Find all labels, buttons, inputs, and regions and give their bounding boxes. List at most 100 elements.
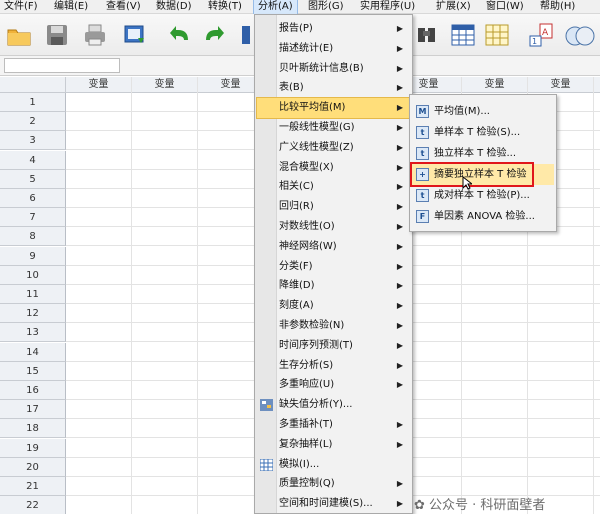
column-header[interactable]: 变量 [462,77,528,93]
row-header[interactable]: 5 [0,169,66,189]
procedure-icon: t [416,189,429,202]
use-variable-sets-icon[interactable] [564,22,595,48]
row-header[interactable]: 18 [0,419,66,439]
menubar-item-5[interactable]: 分析(A) [253,0,298,15]
menu-item-label: 时间序列预测(T) [279,339,353,351]
row-header[interactable]: 21 [0,477,66,496]
analyze-menu-item[interactable]: 表(B) ▶ [257,78,409,98]
analyze-menu-item[interactable]: 空间和时间建模(S)... ▶ [257,494,409,514]
analyze-menu-item[interactable]: 模拟(I)... [257,455,409,475]
analyze-menu: 报告(P) ▶ 描述统计(E) ▶ 贝叶斯统计信息(B) ▶ 表(B) ▶ 比较平均值(M) ▶ 一… [254,14,413,514]
submenu-arrow-icon: ▶ [396,499,403,509]
row-header[interactable]: 14 [0,342,66,362]
menubar-item-4[interactable]: 转换(T) [204,0,246,14]
menubar-item-0[interactable]: 文件(F) [0,0,42,14]
row-header[interactable]: 17 [0,400,66,420]
menubar-item-10[interactable]: 帮助(H) [536,0,579,14]
analyze-menu-item[interactable]: 时间序列预测(T) ▶ [257,336,409,356]
submenu-arrow-icon: ▶ [396,340,403,350]
print-icon[interactable] [82,22,108,48]
menubar-item-7[interactable]: 实用程序(U) [356,0,419,14]
analyze-menu-item[interactable]: 报告(P) ▶ [257,19,409,39]
analyze-menu-item[interactable]: 描述统计(E) ▶ [257,39,409,59]
submenu-arrow-icon: ▶ [396,83,403,93]
menubar-item-9[interactable]: 窗口(W) [482,0,528,14]
weight-cases-icon[interactable] [484,22,510,48]
submenu-item[interactable]: M 平均值(M)... [412,101,554,122]
analyze-menu-item[interactable]: 非参数检验(N) ▶ [257,316,409,336]
menubar-item-8[interactable]: 扩展(X) [432,0,475,14]
analyze-menu-item[interactable]: 分类(F) ▶ [257,257,409,277]
row-header[interactable]: 8 [0,227,66,247]
analyze-menu-item[interactable]: 相关(C) ▶ [257,177,409,197]
submenu-item-label: 平均值(M)... [434,106,490,117]
menu-item-label: 复杂抽样(L) [279,438,333,450]
analyze-menu-item[interactable]: 复杂抽样(L) ▶ [257,435,409,455]
row-header[interactable]: 6 [0,189,66,208]
row-header[interactable]: 19 [0,438,66,458]
row-header[interactable]: 4 [0,150,66,170]
row-header[interactable]: 10 [0,265,66,285]
menubar-item-3[interactable]: 数据(D) [152,0,196,14]
find-icon[interactable] [414,22,440,48]
analyze-menu-item[interactable]: 多重响应(U) ▶ [257,375,409,395]
submenu-item[interactable]: t 成对样本 T 检验(P)... [412,185,554,206]
save-icon[interactable] [44,22,70,48]
analyze-menu-item[interactable]: 比较平均值(M) ▶ [256,97,410,120]
row-header[interactable]: 20 [0,457,66,477]
menu-item-label: 刻度(A) [279,300,314,312]
redo-icon[interactable] [200,22,226,48]
row-header[interactable]: 12 [0,304,66,324]
analyze-menu-item[interactable]: 神经网络(W) ▶ [257,237,409,257]
open-folder-icon[interactable] [6,22,32,48]
row-header[interactable]: 7 [0,208,66,228]
analyze-menu-item[interactable]: 多重插补(T) ▶ [257,415,409,435]
row-header[interactable]: 9 [0,246,66,266]
menubar-item-2[interactable]: 查看(V) [102,0,145,14]
menu-item-label: 一般线性模型(G) [279,122,355,133]
column-header[interactable]: 变量 [528,77,594,93]
menubar-item-6[interactable]: 图形(G) [304,0,348,14]
column-header[interactable]: 变量 [66,77,132,93]
column-header[interactable]: 变量 [132,77,198,93]
submenu-item-label: 成对样本 T 检验(P)... [434,190,530,201]
row-header[interactable]: 13 [0,323,66,343]
analyze-menu-item[interactable]: 一般线性模型(G) ▶ [257,118,409,138]
analyze-menu-item[interactable]: 生存分析(S) ▶ [257,356,409,376]
row-header[interactable]: 2 [0,112,66,132]
row-header[interactable]: 16 [0,381,66,400]
analyze-menu-item[interactable]: 广义线性模型(Z) ▶ [257,138,409,158]
recall-dialog-icon[interactable] [122,22,148,48]
menu-item-label: 描述统计(E) [279,42,334,54]
value-labels-icon[interactable]: A1 [528,22,554,48]
row-header[interactable]: 11 [0,285,66,304]
submenu-item[interactable]: t 独立样本 T 检验... [412,143,554,164]
menu-item-label: 分类(F) [279,260,313,272]
menu-item-label: 比较平均值(M) [279,102,346,114]
row-header[interactable]: 3 [0,131,66,151]
submenu-item[interactable]: F 单因素 ANOVA 检验... [412,206,554,227]
analyze-menu-item[interactable]: 质量控制(Q) ▶ [257,474,409,494]
undo-icon[interactable] [168,22,194,48]
menu-item-label: 报告(P) [279,23,313,34]
submenu-arrow-icon: ▶ [396,420,403,429]
cell-name-box[interactable] [4,58,120,73]
submenu-item[interactable]: t 单样本 T 检验(S)... [412,122,554,143]
analyze-menu-item[interactable]: 刻度(A) ▶ [257,296,409,316]
analyze-menu-item[interactable]: 缺失值分析(Y)... [257,395,409,415]
analyze-menu-item[interactable]: 贝叶斯统计信息(B) ▶ [257,59,409,79]
menu-item-label: 贝叶斯统计信息(B) [279,62,364,74]
row-header[interactable]: 22 [0,496,66,514]
submenu-arrow-icon: ▶ [396,24,403,33]
menu-item-label: 混合模型(X) [279,161,334,173]
analyze-menu-item[interactable]: 对数线性(O) ▶ [257,217,409,237]
submenu-arrow-icon: ▶ [396,202,403,212]
row-header[interactable]: 1 [0,93,66,112]
analyze-menu-item[interactable]: 回归(R) ▶ [257,197,409,217]
menubar-item-1[interactable]: 编辑(E) [50,0,92,14]
analyze-menu-item[interactable]: 降维(D) ▶ [257,276,409,296]
procedure-icon: t [416,126,429,139]
analyze-menu-item[interactable]: 混合模型(X) ▶ [257,158,409,178]
row-header[interactable]: 15 [0,361,66,381]
split-file-icon[interactable] [450,22,476,48]
